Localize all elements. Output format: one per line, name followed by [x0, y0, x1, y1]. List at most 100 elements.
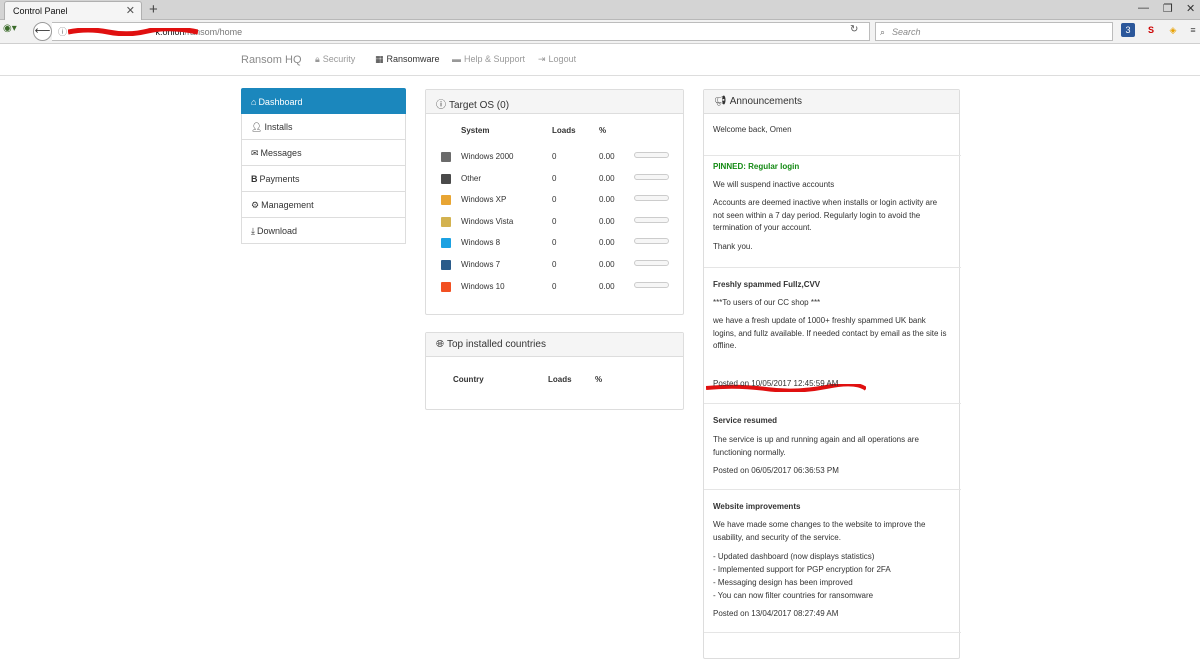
sidebar-item-label: Dashboard	[258, 97, 303, 107]
sidebar-item-payments[interactable]: B Payments	[241, 166, 406, 192]
menu-icon[interactable]: ≡	[1186, 23, 1200, 37]
column-header-country: Country	[453, 375, 484, 384]
close-tab-icon[interactable]: ✕	[126, 4, 135, 17]
noscript-icon[interactable]: S	[1144, 23, 1158, 37]
target-os-panel: ⓘ Target OS (0) System Loads % Windows 20…	[425, 89, 684, 315]
os-loads: 0	[552, 152, 557, 161]
post-paragraph: Thank you.	[713, 242, 753, 251]
close-window-icon[interactable]: ✕	[1186, 2, 1195, 15]
user-icon: 👤︎	[251, 122, 263, 132]
os-loads: 0	[552, 260, 557, 269]
post-paragraph: ***To users of our CC shop ***	[713, 298, 821, 307]
table-row: Windows 2000 0 0.00	[438, 150, 678, 162]
post-list-item: - Implemented support for PGP encryption…	[713, 565, 891, 574]
sidebar-item-messages[interactable]: ✉ Messages	[241, 140, 406, 166]
post-title: Freshly spammed Fullz,CVV	[713, 280, 821, 289]
search-input[interactable]: ⌕ Search	[875, 22, 1113, 41]
table-row: Windows 10 0 0.00	[438, 280, 678, 292]
os-name: Windows 10	[461, 281, 505, 291]
logout-icon: ⇥	[538, 54, 546, 64]
target-os-header: ⓘ Target OS (0)	[426, 90, 683, 114]
nav-help-support[interactable]: ▬ Help & Support	[452, 54, 525, 64]
post-list-item: - Messaging design has been improved	[713, 578, 853, 587]
sidebar-item-management[interactable]: ⚙ Management	[241, 192, 406, 218]
nav-ransomware[interactable]: ▦ Ransomware	[375, 54, 440, 65]
sidebar-item-installs[interactable]: 👤︎ Installs	[241, 114, 406, 140]
os-percent: 0.00	[599, 238, 615, 248]
bullhorn-icon: 📢︎	[714, 96, 727, 107]
lock-icon: 🔒︎	[315, 54, 320, 64]
extension-badge-icon[interactable]: 3	[1121, 23, 1135, 37]
os-logo-icon	[441, 238, 451, 249]
divider	[704, 489, 961, 490]
info-circle-icon: ⓘ	[436, 100, 446, 111]
table-row: Windows 8 0 0.00	[438, 236, 678, 249]
tor-onion-icon[interactable]: ◉▾	[3, 23, 17, 34]
restore-icon[interactable]: ❐	[1163, 2, 1173, 15]
welcome-message: Welcome back, Omen	[713, 125, 792, 134]
os-percent: 0.00	[599, 195, 615, 205]
target-os-title: Target OS (0)	[449, 100, 510, 111]
nav-security[interactable]: 🔒︎ Security	[315, 54, 355, 65]
divider	[704, 267, 961, 268]
gear-icon: ⚙	[251, 200, 260, 210]
os-loads: 0	[552, 173, 557, 183]
brand-title[interactable]: Ransom HQ	[241, 54, 302, 66]
post-paragraph: we have a fresh update of 1000+ freshly …	[713, 316, 947, 350]
download-icon: ⤓	[251, 226, 255, 236]
shield-icon[interactable]: ◈	[1166, 23, 1180, 37]
os-loads: 0	[552, 238, 557, 248]
table-row: Other 0 0.00	[438, 172, 678, 184]
browser-tab[interactable]: Control Panel ✕	[4, 1, 142, 20]
extension-badge-count: 3	[1125, 25, 1131, 35]
announcements-panel: 📢︎ Announcements Welcome back, Omen PINNE…	[703, 89, 961, 659]
reload-icon[interactable]: ↻	[850, 24, 858, 35]
url-bar[interactable]: ⓘ k.onion/ransom/home	[52, 22, 870, 41]
post-title: Website improvements	[713, 502, 801, 511]
browser-nav-bar: ◉▾ ⟵ ⓘ k.onion/ransom/home ↻ ⌕ Search 3 …	[0, 20, 1200, 44]
os-progress-bar	[634, 216, 669, 223]
os-progress-bar	[634, 281, 669, 288]
os-loads: 0	[552, 216, 557, 226]
sidebar-item-label: Messages	[260, 148, 302, 158]
sidebar-item-dashboard[interactable]: ⌂ Dashboard	[241, 88, 406, 114]
info-icon[interactable]: ⓘ	[58, 27, 67, 37]
os-name: Windows 7	[461, 260, 501, 269]
os-logo-icon	[441, 216, 451, 227]
minimize-icon[interactable]: —	[1138, 2, 1149, 14]
new-tab-icon[interactable]: +	[149, 1, 158, 18]
browser-tab-bar: Control Panel ✕ + — ❐ ✕	[0, 0, 1200, 20]
sidebar-item-download[interactable]: ⤓ Download	[241, 218, 406, 244]
os-progress-bar	[634, 152, 669, 158]
os-percent: 0.00	[599, 152, 615, 161]
table-row: Windows Vista 0 0.00	[438, 215, 678, 227]
post-title: PINNED: Regular login	[713, 162, 800, 171]
nav-logout-label: Logout	[548, 54, 577, 64]
post-paragraph: We will suspend inactive accounts	[713, 180, 835, 189]
column-header-percent: %	[595, 375, 603, 384]
os-logo-icon	[441, 195, 451, 206]
announcements-header: 📢︎ Announcements	[704, 90, 959, 114]
sidebar: ⌂ Dashboard 👤︎ Installs ✉ Messages B Payment…	[241, 88, 406, 244]
post-paragraph: Accounts are deemed inactive when instal…	[713, 198, 938, 232]
post-timestamp: Posted on 06/05/2017 06:36:53 PM	[713, 466, 839, 475]
back-icon[interactable]: ⟵	[33, 22, 52, 41]
nav-security-label: Security	[322, 54, 356, 64]
globe-icon: 🌐︎	[436, 339, 444, 350]
nav-ransomware-label: Ransomware	[386, 54, 440, 64]
os-loads: 0	[552, 195, 557, 205]
sidebar-item-label: Installs	[264, 122, 293, 132]
post-list-item: - You can now filter countries for ranso…	[713, 591, 874, 600]
column-header-system: System	[461, 126, 490, 135]
os-name: Other	[461, 173, 482, 183]
divider	[704, 403, 961, 404]
column-header-loads: Loads	[548, 375, 572, 384]
post-paragraph: The service is up and running again and …	[713, 435, 919, 457]
site-header: Ransom HQ 🔒︎ Security ▦ Ransomware ▬ Help &…	[0, 44, 1200, 76]
nav-logout[interactable]: ⇥ Logout	[538, 54, 576, 65]
divider	[704, 155, 961, 156]
envelope-icon: ✉	[251, 148, 259, 158]
post-timestamp: Posted on 10/05/2017 12:45:59 AM	[713, 379, 839, 388]
os-logo-icon	[441, 173, 451, 184]
os-progress-bar	[634, 195, 669, 202]
